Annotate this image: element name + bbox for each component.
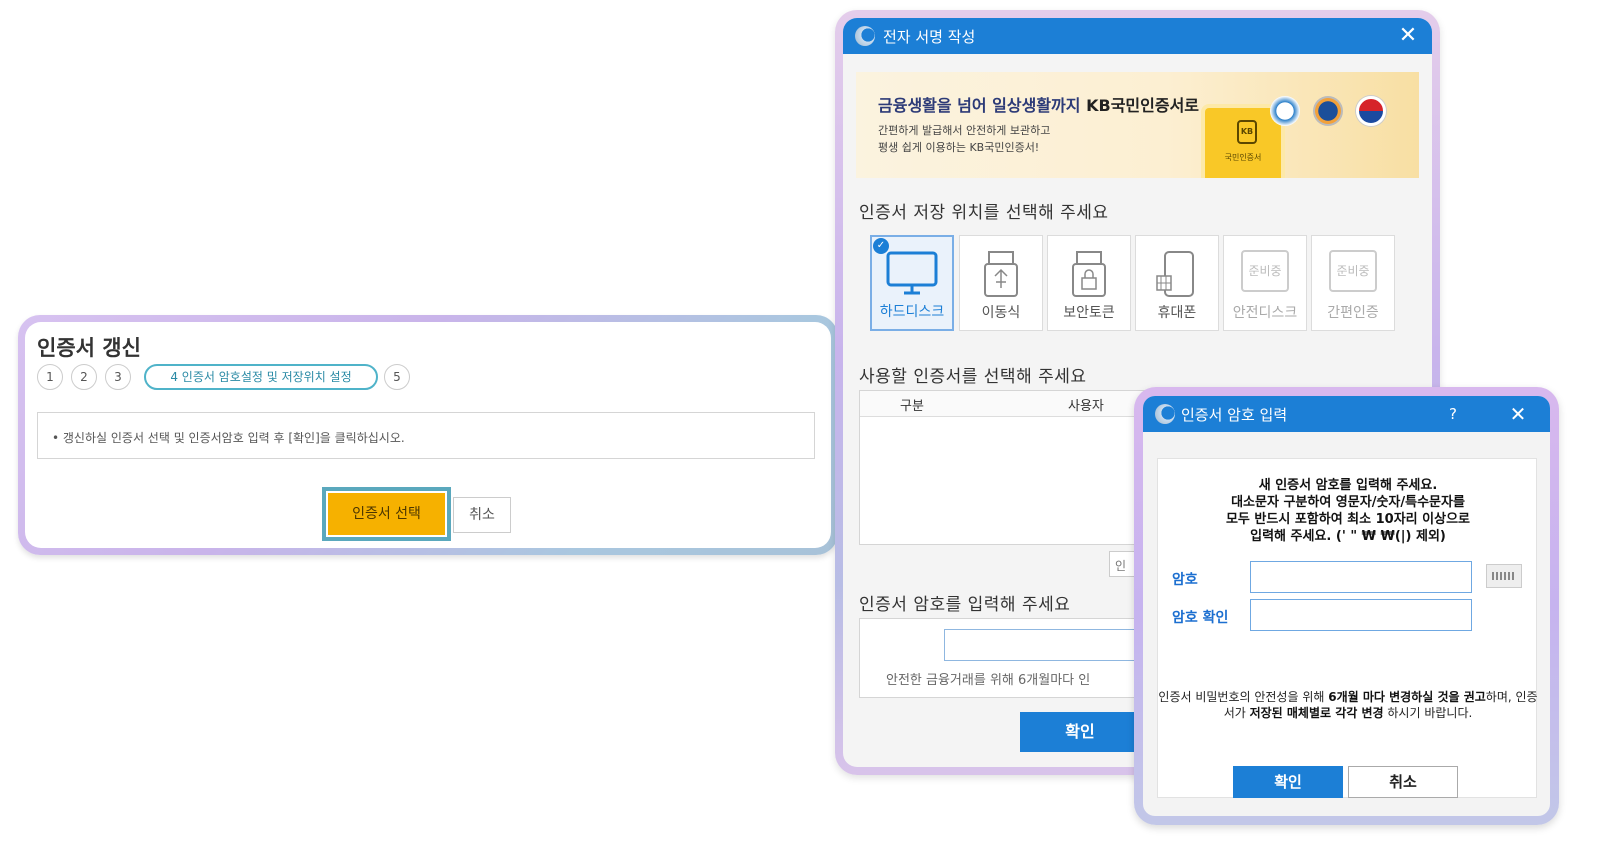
- storage-label: 간편인증: [1327, 305, 1379, 321]
- note-emphasis: 저장된 매체별로 각각 변경: [1249, 706, 1384, 720]
- storage-label: 안전디스크: [1232, 305, 1298, 321]
- step-5: 5: [384, 364, 410, 390]
- cert-section-title: 사용할 인증서를 선택해 주세요: [859, 367, 1087, 387]
- banner-subtext: 간편하게 발급해서 안전하게 보관하고: [878, 124, 1051, 137]
- kb-banner[interactable]: 금융생활을 넘어 일상생활까지 KB국민인증서로 간편하게 발급해서 안전하게 …: [856, 72, 1419, 178]
- cert-renew-panel: 인증서 갱신 1 2 3 4 인증서 암호설정 및 저장위치 설정 5 • 갱신…: [18, 315, 838, 555]
- password-field[interactable]: [1250, 561, 1472, 593]
- column-header: 구분: [900, 399, 924, 414]
- ready-icon: 준비중: [1241, 250, 1289, 292]
- titlebar: 전자 서명 작성 ✕: [843, 18, 1432, 54]
- password-section-title: 인증서 암호를 입력해 주세요: [859, 595, 1071, 615]
- titlebar: 인증서 암호 입력 ? ✕: [1143, 396, 1550, 432]
- storage-label: 하드디스크: [879, 304, 945, 320]
- usb-icon: [984, 251, 1018, 297]
- banner-headline: 금융생활을 넘어 일상생활까지 KB국민인증서로: [878, 92, 1199, 116]
- instruction-line: 대소문자 구분하여 영문자/숫자/특수문자를: [1231, 495, 1465, 510]
- confirm-button[interactable]: 확인: [1020, 712, 1140, 752]
- storage-security-token[interactable]: 보안토큰: [1047, 235, 1131, 331]
- password-confirm-label: 암호 확인: [1172, 610, 1229, 626]
- password-instructions: 새 인증서 암호를 입력해 주세요. 대소문자 구분하여 영문자/숫자/특수문자…: [1158, 477, 1538, 545]
- app-logo-icon: [1155, 404, 1175, 424]
- ready-icon: 준비중: [1329, 250, 1377, 292]
- storage-phone[interactable]: 휴대폰: [1135, 235, 1219, 331]
- cancel-button[interactable]: 취소: [1348, 766, 1458, 798]
- storage-section-title: 인증서 저장 위치를 선택해 주세요: [859, 203, 1109, 223]
- korea-emblem-icon: [1356, 96, 1386, 126]
- security-token-icon: [1072, 251, 1106, 297]
- pw-dialog-frame: 인증서 암호 입력 ? ✕ 새 인증서 암호를 입력해 주세요. 대소문자 구분…: [1134, 387, 1559, 825]
- app-logo-icon: [855, 26, 875, 46]
- step-4-active: 4 인증서 암호설정 및 저장위치 설정: [144, 364, 378, 390]
- storage-label: 이동식: [981, 305, 1021, 321]
- banner-headline-a: 금융생활을 넘어 일상생활까지: [878, 96, 1081, 115]
- column-header: 사용자: [1068, 399, 1104, 414]
- storage-harddisk[interactable]: ✓ 하드디스크: [870, 235, 954, 331]
- keyboard-icon[interactable]: [1486, 564, 1522, 588]
- lock-icon: KB: [1237, 120, 1257, 144]
- kb-card-label: 국민인증서: [1224, 153, 1262, 162]
- confirm-button[interactable]: 확인: [1233, 766, 1343, 798]
- step-2: 2: [71, 364, 97, 390]
- note-text: 하시기 바랍니다.: [1383, 706, 1473, 720]
- close-icon[interactable]: ✕: [1395, 23, 1421, 49]
- storage-removable[interactable]: 이동식: [959, 235, 1043, 331]
- monitor-icon: [886, 251, 938, 295]
- password-note: 인증서 비밀번호의 안전성을 위해 6개월 마다 변경하실 것을 권고하며, 인…: [1158, 689, 1538, 721]
- certification-badge-icon: [1313, 96, 1343, 126]
- storage-simple-auth: 준비중 간편인증: [1311, 235, 1395, 331]
- banner-subtext: 평생 쉽게 이용하는 KB국민인증서!: [878, 141, 1040, 154]
- select-cert-button[interactable]: 인증서 선택: [328, 493, 445, 535]
- pw-body: 새 인증서 암호를 입력해 주세요. 대소문자 구분하여 영문자/숫자/특수문자…: [1157, 458, 1538, 798]
- instruction-line: 입력해 주세요. (' " ₩ ₩(|) 제외): [1250, 529, 1446, 544]
- instruction-line: 새 인증서 암호를 입력해 주세요.: [1258, 478, 1438, 493]
- close-icon[interactable]: ✕: [1505, 401, 1531, 427]
- step-3: 3: [105, 364, 131, 390]
- step-1: 1: [37, 364, 63, 390]
- help-icon[interactable]: ?: [1443, 402, 1463, 426]
- password-label: 암호: [1172, 572, 1198, 588]
- storage-safe-disk: 준비중 안전디스크: [1223, 235, 1307, 331]
- storage-label: 휴대폰: [1157, 305, 1197, 321]
- dialog-title: 인증서 암호 입력: [1181, 406, 1288, 424]
- note-emphasis: 6개월 마다 변경하실 것을 권고: [1328, 690, 1486, 704]
- password-confirm-field[interactable]: [1250, 599, 1472, 631]
- trust-seal-icon: [1270, 96, 1300, 126]
- storage-label: 보안토큰: [1063, 305, 1115, 321]
- pw-dialog: 인증서 암호 입력 ? ✕ 새 인증서 암호를 입력해 주세요. 대소문자 구분…: [1143, 396, 1550, 816]
- page-title: 인증서 갱신: [37, 336, 141, 360]
- banner-headline-b: KB국민인증서로: [1086, 96, 1200, 115]
- renew-notice: • 갱신하실 인증서 선택 및 인증서암호 입력 후 [확인]을 클릭하십시오.: [37, 412, 815, 459]
- password-hint: 안전한 금융거래를 위해 6개월마다 인: [886, 673, 1091, 688]
- instruction-line: 모두 반드시 포함하여 최소 10자리 이상으로: [1225, 512, 1471, 527]
- note-text: 인증서 비밀번호의 안전성을 위해: [1158, 690, 1329, 704]
- phone-icon: [1156, 251, 1194, 297]
- cancel-button[interactable]: 취소: [453, 497, 511, 533]
- dialog-title: 전자 서명 작성: [883, 28, 976, 46]
